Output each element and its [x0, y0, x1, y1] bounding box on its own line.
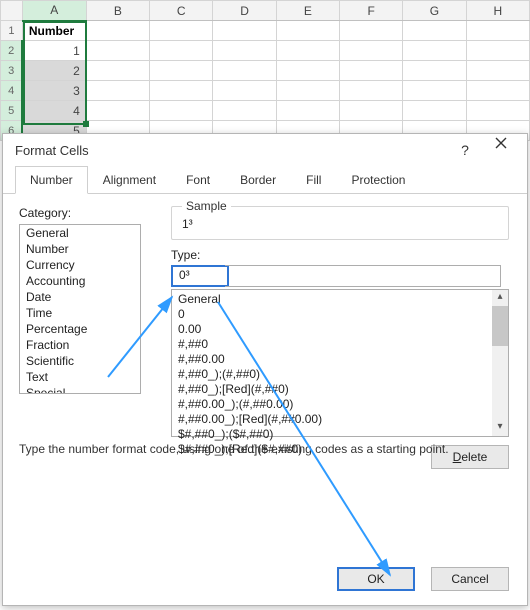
- cell-f1[interactable]: [340, 21, 403, 41]
- tab-border[interactable]: Border: [225, 166, 291, 194]
- format-item[interactable]: $#,##0_);($#,##0): [178, 427, 486, 442]
- row-header-2[interactable]: 2: [1, 41, 23, 61]
- category-list[interactable]: General Number Currency Accounting Date …: [19, 224, 141, 394]
- tab-protection[interactable]: Protection: [336, 166, 420, 194]
- col-header-a[interactable]: A: [22, 1, 86, 21]
- row-header-5[interactable]: 5: [1, 101, 23, 121]
- tab-fill[interactable]: Fill: [291, 166, 336, 194]
- format-item[interactable]: #,##0.00: [178, 352, 486, 367]
- category-scientific[interactable]: Scientific: [20, 353, 140, 369]
- type-input[interactable]: 0³: [171, 265, 229, 287]
- category-accounting[interactable]: Accounting: [20, 273, 140, 289]
- cell-c1[interactable]: [150, 21, 213, 41]
- cell-h1[interactable]: [466, 21, 529, 41]
- category-fraction[interactable]: Fraction: [20, 337, 140, 353]
- category-time[interactable]: Time: [20, 305, 140, 321]
- format-item[interactable]: #,##0.00_);(#,##0.00): [178, 397, 486, 412]
- col-header-g[interactable]: G: [403, 1, 466, 21]
- tab-number[interactable]: Number: [15, 166, 88, 194]
- dialog-titlebar[interactable]: Format Cells ?: [3, 134, 527, 166]
- tab-font[interactable]: Font: [171, 166, 225, 194]
- tab-alignment[interactable]: Alignment: [88, 166, 171, 194]
- cell-a2[interactable]: 1: [22, 41, 86, 61]
- format-item[interactable]: 0: [178, 307, 486, 322]
- format-item[interactable]: #,##0_);[Red](#,##0): [178, 382, 486, 397]
- col-header-d[interactable]: D: [213, 1, 276, 21]
- cell-d1[interactable]: [213, 21, 276, 41]
- type-label: Type:: [171, 248, 509, 262]
- cell-b1[interactable]: [86, 21, 149, 41]
- cell-a4[interactable]: 3: [22, 81, 86, 101]
- row-header-4[interactable]: 4: [1, 81, 23, 101]
- category-general[interactable]: General: [20, 225, 140, 241]
- hint-text: Type the number format code, using one o…: [19, 442, 511, 456]
- category-percentage[interactable]: Percentage: [20, 321, 140, 337]
- scroll-down-icon[interactable]: ▾: [492, 420, 508, 436]
- row-header-3[interactable]: 3: [1, 61, 23, 81]
- dialog-title: Format Cells: [15, 143, 447, 158]
- format-item[interactable]: #,##0: [178, 337, 486, 352]
- category-number[interactable]: Number: [20, 241, 140, 257]
- category-currency[interactable]: Currency: [20, 257, 140, 273]
- cell-e1[interactable]: [276, 21, 339, 41]
- sample-label: Sample: [182, 199, 231, 213]
- col-header-b[interactable]: B: [86, 1, 149, 21]
- format-item[interactable]: #,##0_);(#,##0): [178, 367, 486, 382]
- row-header-1[interactable]: 1: [1, 21, 23, 41]
- type-input-rest[interactable]: [225, 265, 501, 287]
- col-header-h[interactable]: H: [466, 1, 529, 21]
- col-header-e[interactable]: E: [276, 1, 339, 21]
- close-button[interactable]: [483, 136, 519, 164]
- format-item[interactable]: #,##0.00_);[Red](#,##0.00): [178, 412, 486, 427]
- help-button[interactable]: ?: [447, 136, 483, 164]
- ok-button[interactable]: OK: [337, 567, 415, 591]
- select-all-corner[interactable]: [1, 1, 23, 21]
- sample-box: Sample 1³: [171, 206, 509, 240]
- scroll-thumb[interactable]: [492, 306, 508, 346]
- close-icon: [494, 136, 508, 150]
- scroll-up-icon[interactable]: ▴: [492, 290, 508, 306]
- category-date[interactable]: Date: [20, 289, 140, 305]
- format-cells-dialog: Format Cells ? Number Alignment Font Bor…: [2, 133, 528, 606]
- cell-g1[interactable]: [403, 21, 466, 41]
- cell-b2[interactable]: [86, 41, 149, 61]
- category-text[interactable]: Text: [20, 369, 140, 385]
- spreadsheet-grid: A B C D E F G H 1 Number 2 1 3 2: [0, 0, 530, 141]
- cell-a3[interactable]: 2: [22, 61, 86, 81]
- sample-value: 1³: [182, 217, 498, 231]
- format-item[interactable]: General: [178, 292, 486, 307]
- scroll-track[interactable]: [492, 346, 508, 420]
- cancel-button[interactable]: Cancel: [431, 567, 509, 591]
- cell-a5[interactable]: 4: [22, 101, 86, 121]
- format-scrollbar[interactable]: ▴ ▾: [492, 290, 508, 436]
- dialog-tabs: Number Alignment Font Border Fill Protec…: [3, 166, 527, 194]
- category-special[interactable]: Special: [20, 385, 140, 394]
- cell-a1[interactable]: Number: [22, 21, 86, 41]
- col-header-f[interactable]: F: [340, 1, 403, 21]
- col-header-c[interactable]: C: [150, 1, 213, 21]
- format-list[interactable]: General 0 0.00 #,##0 #,##0.00 #,##0_);(#…: [171, 289, 509, 437]
- format-item[interactable]: 0.00: [178, 322, 486, 337]
